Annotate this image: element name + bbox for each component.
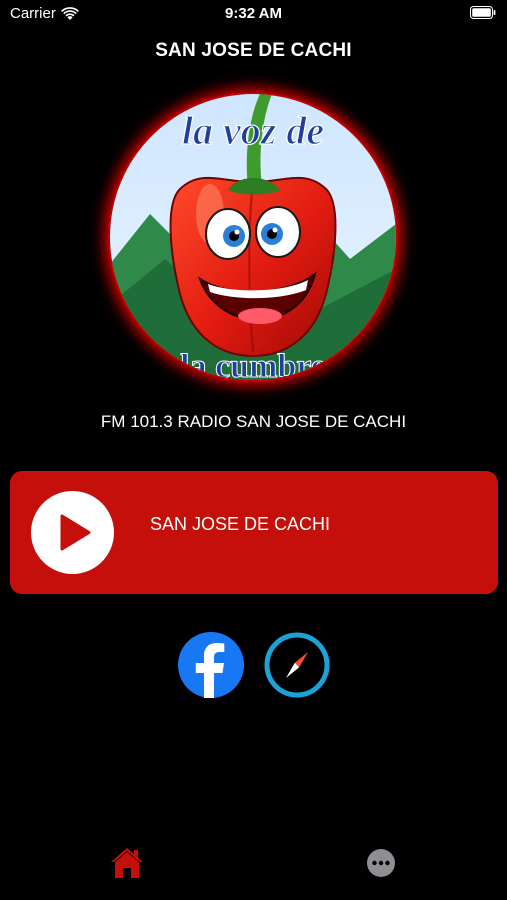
status-bar: Carrier 9:32 AM [0,0,507,28]
player-station-name: SAN JOSE DE CACHI [150,514,331,534]
compass-icon [264,632,330,698]
play-icon [60,514,91,551]
more-icon [367,849,395,877]
tab-bar [0,835,507,900]
battery-icon [470,6,496,19]
play-button[interactable] [31,491,114,574]
home-icon [111,848,143,878]
facebook-button[interactable] [178,632,244,698]
facebook-icon [195,643,225,698]
logo-text-top: la voz de [182,108,324,153]
station-logo: la voz de la cumbre [108,92,398,382]
station-subtitle: FM 101.3 RADIO SAN JOSE DE CACHI [100,412,407,431]
status-time: 9:32 AM [225,5,282,22]
logo-text-bottom: la cumbre [180,348,326,380]
tab-more[interactable] [363,845,399,881]
page-title: SAN JOSE DE CACHI [155,40,352,61]
tab-home[interactable] [109,845,145,881]
social-links [178,632,330,700]
player-card: SAN JOSE DE CACHI [10,471,498,594]
website-button[interactable] [264,632,330,698]
